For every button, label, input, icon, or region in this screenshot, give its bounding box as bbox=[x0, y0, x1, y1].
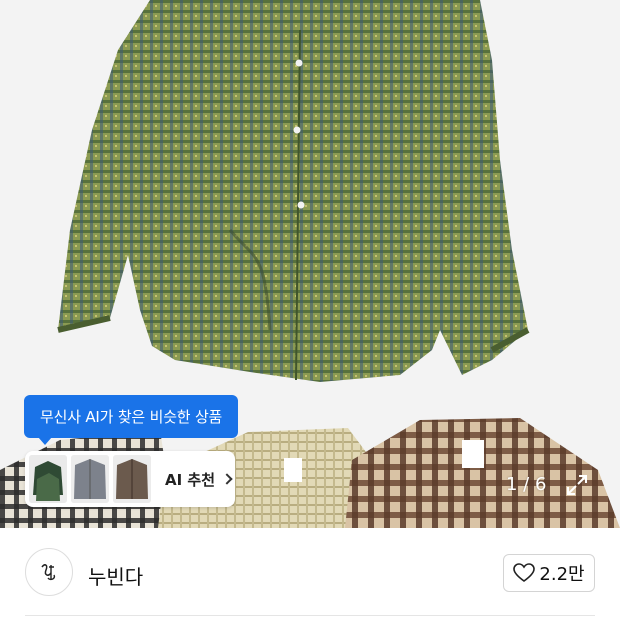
heart-icon bbox=[513, 563, 536, 582]
ai-thumb-1 bbox=[29, 455, 67, 503]
ai-recommend-button[interactable]: AI 추천 bbox=[25, 451, 235, 507]
brand-row: 누빈다 2.2만 bbox=[0, 528, 620, 620]
chevron-right-icon bbox=[221, 473, 233, 485]
ai-similar-tooltip: 무신사 AI가 찾은 비슷한 상품 bbox=[24, 395, 239, 445]
divider bbox=[25, 615, 595, 616]
expand-icon[interactable] bbox=[566, 474, 588, 496]
product-image bbox=[0, 0, 620, 528]
like-button[interactable]: 2.2만 bbox=[503, 554, 595, 592]
image-counter: 1 / 6 bbox=[506, 474, 547, 495]
product-image-carousel[interactable]: 무신사 AI가 찾은 비슷한 상품 AI 추천 1 / 6 bbox=[0, 0, 620, 528]
ai-recommend-label: AI 추천 bbox=[165, 470, 216, 489]
gray-check-shirt-thumb-icon bbox=[71, 455, 109, 503]
ai-tooltip-text: 무신사 AI가 찾은 비슷한 상품 bbox=[40, 408, 223, 426]
brand-logo-icon[interactable] bbox=[25, 548, 73, 596]
brand-name[interactable]: 누빈다 bbox=[88, 561, 143, 590]
brown-check-shirt-thumb-icon bbox=[113, 455, 151, 503]
ai-thumb-3 bbox=[113, 455, 151, 503]
ai-thumb-2 bbox=[71, 455, 109, 503]
like-count: 2.2만 bbox=[539, 564, 585, 585]
green-jacket-thumb-icon bbox=[29, 455, 67, 503]
